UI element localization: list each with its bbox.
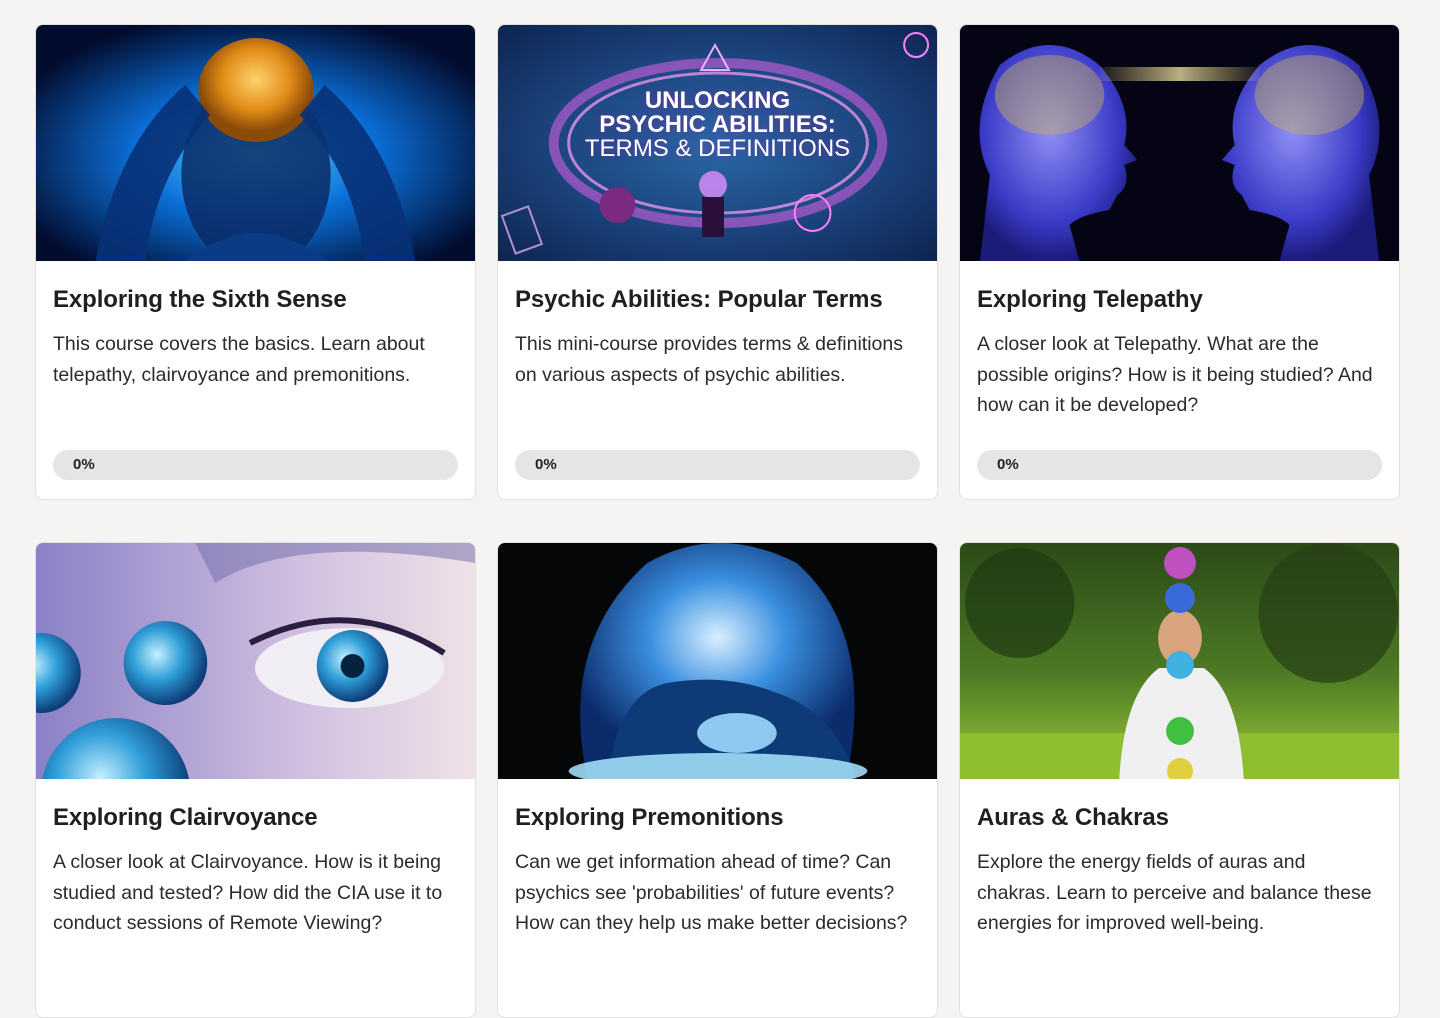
telepathy-heads-image[interactable]: [960, 25, 1399, 261]
course-description: A closer look at Telepathy. What are the…: [977, 333, 1373, 416]
progress-bar: 0%: [515, 450, 920, 480]
course-title[interactable]: Exploring Clairvoyance: [53, 803, 458, 833]
sixth-sense-brain-image[interactable]: [36, 25, 475, 261]
course-title[interactable]: Psychic Abilities: Popular Terms: [515, 285, 920, 315]
course-card-telepathy[interactable]: Exploring Telepathy A closer look at Tel…: [959, 24, 1400, 500]
course-title[interactable]: Auras & Chakras: [977, 803, 1382, 833]
progress-bar: 0%: [53, 450, 458, 480]
progress-label: 0%: [997, 456, 1019, 473]
course-card-clairvoyance[interactable]: Exploring Clairvoyance A closer look at …: [35, 542, 476, 1018]
clairvoyance-eye-image[interactable]: [36, 543, 475, 779]
course-title[interactable]: Exploring Telepathy: [977, 285, 1382, 315]
course-description: This course covers the basics. Learn abo…: [53, 333, 425, 386]
course-card-auras-chakras[interactable]: Auras & Chakras Explore the energy field…: [959, 542, 1400, 1018]
progress-label: 0%: [535, 456, 557, 473]
premonitions-dream-image[interactable]: [498, 543, 937, 779]
psychic-terms-image[interactable]: UNLOCKING PSYCHIC ABILITIES: TERMS & DEF…: [498, 25, 937, 261]
course-grid: Exploring the Sixth Sense This course co…: [35, 24, 1402, 1018]
course-description: Explore the energy fields of auras and c…: [977, 851, 1372, 934]
course-description: A closer look at Clairvoyance. How is it…: [53, 851, 443, 934]
course-card-sixth-sense[interactable]: Exploring the Sixth Sense This course co…: [35, 24, 476, 500]
auras-chakras-meditation-image[interactable]: [960, 543, 1399, 779]
course-description: Can we get information ahead of time? Ca…: [515, 851, 908, 934]
course-card-premonitions[interactable]: Exploring Premonitions Can we get inform…: [497, 542, 938, 1018]
progress-label: 0%: [73, 456, 95, 473]
progress-bar: 0%: [977, 450, 1382, 480]
course-description: This mini-course provides terms & defini…: [515, 333, 903, 386]
course-title[interactable]: Exploring the Sixth Sense: [53, 285, 458, 315]
course-card-psychic-terms[interactable]: UNLOCKING PSYCHIC ABILITIES: TERMS & DEF…: [497, 24, 938, 500]
image-overlay-title: UNLOCKING PSYCHIC ABILITIES: TERMS & DEF…: [584, 87, 851, 162]
course-title[interactable]: Exploring Premonitions: [515, 803, 920, 833]
